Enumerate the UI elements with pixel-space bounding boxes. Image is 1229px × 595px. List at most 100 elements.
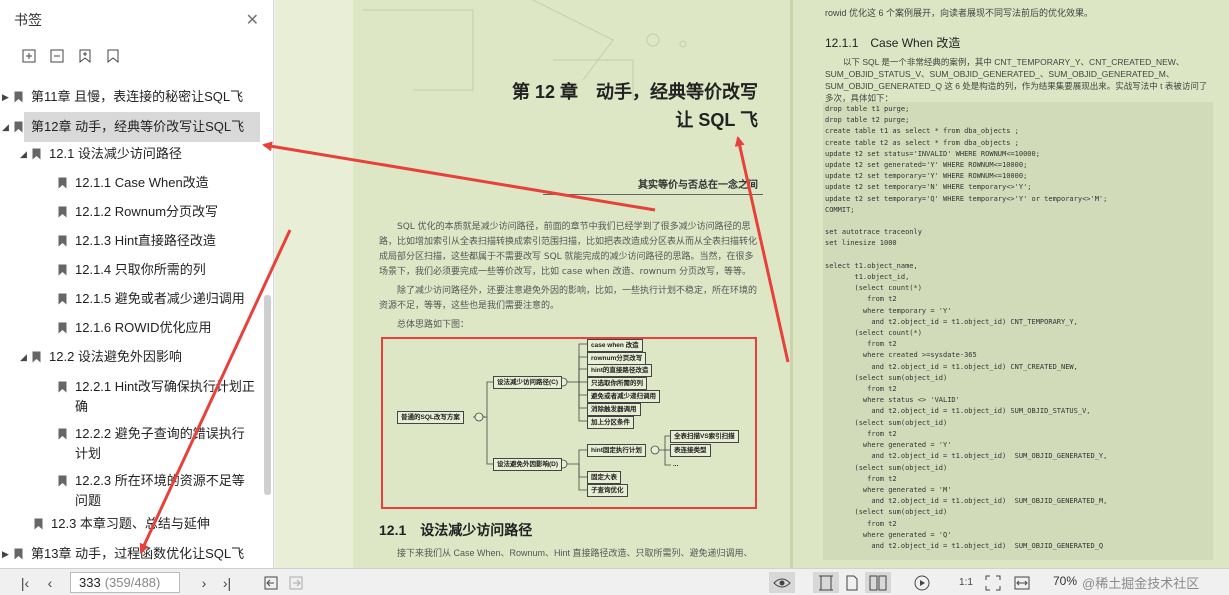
expanded-triangle-icon[interactable]: ◢ xyxy=(20,144,32,164)
bookmark-icon xyxy=(58,381,67,393)
mindmap-subitem: ... xyxy=(673,461,679,468)
document-view: 第 12 章 动手，经典等价改写 让 SQL 飞 其实等价与否总在一念之间 SQ… xyxy=(275,0,1229,568)
outline-item[interactable]: ◢ 第12章 动手，经典等价改写让SQL飞 xyxy=(0,112,262,142)
outline-item-label: 12.2.3 所在环境的资源不足等问题 xyxy=(75,473,245,508)
fit-page-icon[interactable] xyxy=(983,572,1003,593)
mindmap-item: case when 改造 xyxy=(587,339,643,352)
outline-item[interactable]: 12.1.6 ROWID优化应用 xyxy=(0,318,262,338)
expanded-triangle-icon[interactable]: ◢ xyxy=(2,117,14,137)
page-left: 第 12 章 动手，经典等价改写 让 SQL 飞 其实等价与否总在一念之间 SQ… xyxy=(353,0,790,568)
bookmark-icon xyxy=(58,264,67,276)
section-text: 接下来我们从 Case When、Rownum、Hint 直接路径改造、只取所需… xyxy=(397,548,753,558)
back-icon[interactable] xyxy=(262,572,280,593)
sidebar-scrollbar[interactable] xyxy=(264,295,271,495)
mindmap-subitem: 全表扫描VS索引扫描 xyxy=(670,430,739,443)
collapsed-triangle-icon[interactable]: ▶ xyxy=(2,544,14,564)
mindmap-subitem: 表连接类型 xyxy=(670,444,711,457)
outline-item-label: 12.2.1 Hint改写确保执行计划正确 xyxy=(75,379,255,414)
chapter-title-line1: 第 12 章 动手，经典等价改写 xyxy=(511,82,758,102)
mindmap-branch1: 设法减少访问路径(C) xyxy=(493,376,563,389)
outline-item-label: 12.1.5 避免或者减少递归调用 xyxy=(75,291,245,306)
bookmark-icon xyxy=(58,206,67,218)
section-heading: 12.1 设法减少访问路径 xyxy=(379,522,533,538)
outline-item-label: 12.1.3 Hint直接路径改造 xyxy=(75,233,216,248)
outline-item-label: 第12章 动手，经典等价改写让SQL飞 xyxy=(31,119,245,134)
prev-page-icon[interactable]: ‹ xyxy=(40,572,60,593)
bookmark-icon xyxy=(58,293,67,305)
outline-item-label: 12.1.6 ROWID优化应用 xyxy=(75,320,212,335)
pdf-reader-window: 书签 ✕ ▶ 第11章 且慢，表连接的秘密让SQL飞 ◢ 第12章 动手，经典等价改写… xyxy=(0,0,1229,595)
mindmap-item: 加上分区条件 xyxy=(587,416,634,429)
mindmap-item: 固定大表 xyxy=(587,471,621,484)
right-page-intro: 以下 SQL 是一个非常经典的案例，其中 CNT_TEMPORARY_Y、CNT… xyxy=(825,57,1208,103)
eye-icon[interactable] xyxy=(769,572,795,593)
code-block: drop table t1 purge; drop table t2 purge… xyxy=(823,102,1213,560)
outline-item[interactable]: 12.1.3 Hint直接路径改造 xyxy=(0,231,262,251)
outline-item[interactable]: 12.3 本章习题、总结与延伸 xyxy=(0,514,262,534)
bookmark-icon xyxy=(14,121,23,133)
bookmark-icon xyxy=(58,428,67,440)
mindmap-figure: 普通的SQL改写方案 设法减少访问路径(C) 设法避免外因影响(D) case … xyxy=(381,337,757,509)
bookmark-icon xyxy=(34,518,43,530)
chapter-title: 第 12 章 动手，经典等价改写 让 SQL 飞 xyxy=(512,78,758,134)
mindmap-item: hint固定执行计划 xyxy=(587,444,646,457)
paragraph-2: 除了减少访问路径外，还要注意避免外因的影响，比如，一些执行计划不稳定，所在环境的… xyxy=(379,286,758,311)
expand-all-icon[interactable] xyxy=(20,47,38,65)
outline-item-label: 12.1 设法减少访问路径 xyxy=(49,146,182,161)
paragraph-1: SQL 优化的本质就是减少访问路径，前面的章节中我们已经学到了很多减少访问路径的… xyxy=(379,222,758,277)
outline-item-label: 第13章 动手，过程函数优化让SQL飞 xyxy=(31,546,245,561)
first-page-icon[interactable]: |‹ xyxy=(14,572,36,593)
expanded-triangle-icon[interactable]: ◢ xyxy=(20,347,32,367)
outline-item-label: 第11章 且慢，表连接的秘密让SQL飞 xyxy=(31,89,244,104)
next-page-icon[interactable]: › xyxy=(194,572,214,593)
zoom-level[interactable]: 70% xyxy=(1053,574,1077,588)
bookmark-icon xyxy=(58,322,67,334)
two-page-icon[interactable] xyxy=(865,572,891,593)
mindmap-branch2: 设法避免外因影响(D) xyxy=(493,458,563,471)
page-current: 333 xyxy=(79,575,101,590)
mindmap-item: 消除触发器调用 xyxy=(587,403,641,416)
close-icon[interactable]: ✕ xyxy=(246,10,259,30)
bookmark-icon xyxy=(58,177,67,189)
bookmark-icon xyxy=(14,91,23,103)
outline-item[interactable]: 12.2.1 Hint改写确保执行计划正确 xyxy=(0,377,262,417)
outline-item[interactable]: ▶ 第11章 且慢，表连接的秘密让SQL飞 xyxy=(0,87,262,107)
right-page-heading: 12.1.1 Case When 改造 xyxy=(825,36,961,50)
sidebar-header: 书签 ✕ xyxy=(0,0,273,40)
bookmark-icon[interactable] xyxy=(104,47,122,65)
right-page-top-text: rowid 优化这 6 个案例展开，向读者展现不同写法前后的优化效果。 xyxy=(825,8,1094,18)
bookmark-outline: ▶ 第11章 且慢，表连接的秘密让SQL飞 ◢ 第12章 动手，经典等价改写让SQL飞… xyxy=(0,80,262,568)
bookmark-icon xyxy=(14,548,23,560)
outline-item[interactable]: ◢ 12.1 设法减少访问路径 xyxy=(0,144,262,164)
outline-item[interactable]: ▶ 第13章 动手，过程函数优化让SQL飞 xyxy=(0,544,262,564)
add-bookmark-icon[interactable] xyxy=(76,47,94,65)
single-page-icon[interactable] xyxy=(842,572,862,593)
forward-icon[interactable] xyxy=(287,572,305,593)
page-right: rowid 优化这 6 个案例展开，向读者展现不同写法前后的优化效果。 12.1… xyxy=(793,0,1229,568)
outline-item-label: 12.1.2 Rownum分页改写 xyxy=(75,204,219,219)
watermark-text: @稀土掘金技术社区 xyxy=(1082,576,1200,591)
page-number-field[interactable]: 333 (359/488) xyxy=(70,572,180,593)
mindmap-item: hint的直接路径改造 xyxy=(587,364,653,377)
outline-item[interactable]: 12.1.1 Case When改造 xyxy=(0,173,262,193)
bookmark-icon xyxy=(32,148,41,160)
collapse-all-icon[interactable] xyxy=(48,47,66,65)
mindmap-root: 普通的SQL改写方案 xyxy=(397,411,464,424)
outline-item-label: 12.2 设法避免外因影响 xyxy=(49,349,182,364)
outline-item[interactable]: 12.1.2 Rownum分页改写 xyxy=(0,202,262,222)
collapsed-triangle-icon[interactable]: ▶ xyxy=(2,87,14,107)
play-icon[interactable] xyxy=(912,572,932,593)
bookmark-icon xyxy=(58,475,67,487)
outline-item[interactable]: 12.1.5 避免或者减少递归调用 xyxy=(0,289,262,309)
last-page-icon[interactable]: ›| xyxy=(216,572,238,593)
paragraph-3: 总体思路如下图： xyxy=(397,320,470,330)
fit-width-icon[interactable] xyxy=(1012,572,1032,593)
actual-size-icon[interactable]: 1:1 xyxy=(955,572,977,593)
outline-item[interactable]: ◢ 12.2 设法避免外因影响 xyxy=(0,347,262,367)
bottom-toolbar: |‹ ‹ 333 (359/488) › ›| 1:1 70% @稀土掘金技术社… xyxy=(0,568,1229,595)
outline-item[interactable]: 12.1.4 只取你所需的列 xyxy=(0,260,262,280)
continuous-page-icon[interactable] xyxy=(813,572,839,593)
outline-item[interactable]: 12.2.2 避免子查询的错误执行计划 xyxy=(0,424,262,464)
outline-item[interactable]: 12.2.3 所在环境的资源不足等问题 xyxy=(0,471,262,511)
bookmark-icon xyxy=(58,235,67,247)
